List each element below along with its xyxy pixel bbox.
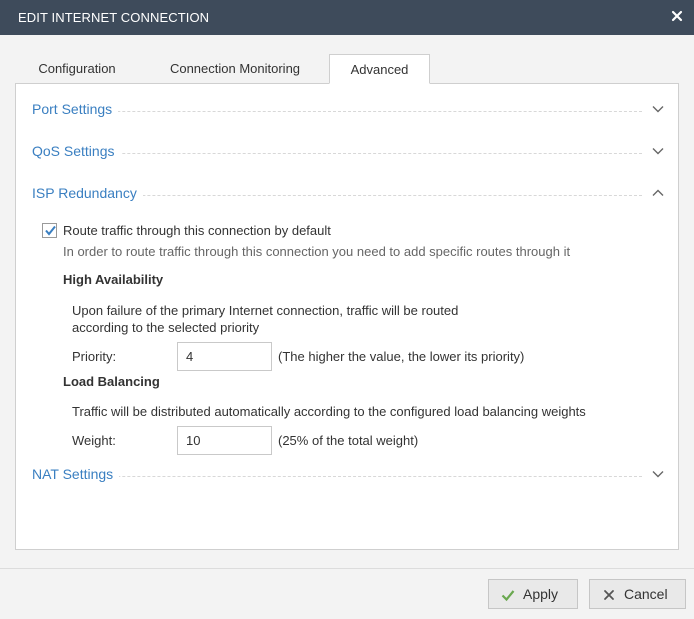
load-balancing-heading: Load Balancing [63, 374, 160, 389]
section-isp-redundancy[interactable]: ISP Redundancy [32, 185, 664, 205]
high-availability-description-line1: Upon failure of the primary Internet con… [72, 303, 459, 318]
close-icon [602, 588, 616, 602]
cancel-label: Cancel [624, 586, 668, 602]
priority-input[interactable] [177, 342, 272, 371]
high-availability-heading: High Availability [63, 272, 164, 287]
load-balancing-description: Traffic will be distributed automaticall… [72, 404, 586, 419]
chevron-down-icon[interactable] [652, 468, 664, 480]
chevron-up-icon[interactable] [652, 187, 664, 199]
dialog-title: EDIT INTERNET CONNECTION [18, 10, 210, 25]
cancel-button[interactable]: Cancel [589, 579, 686, 609]
weight-label: Weight: [72, 433, 116, 448]
dialog-body: Configuration Connection Monitoring Adva… [0, 35, 694, 568]
tab-label: Advanced [350, 62, 409, 77]
dialog-footer: Apply Cancel [0, 568, 694, 619]
dialog-titlebar: EDIT INTERNET CONNECTION [0, 0, 694, 35]
section-divider [32, 111, 642, 112]
section-label: Port Settings [32, 101, 119, 117]
route-hint: In order to route traffic through this c… [63, 244, 571, 259]
chevron-down-icon[interactable] [652, 145, 664, 157]
section-nat-settings[interactable]: NAT Settings [32, 466, 664, 486]
high-availability-description-line2: according to the selected priority [72, 320, 260, 335]
section-divider [32, 476, 642, 477]
tab-label: Connection Monitoring [169, 61, 301, 76]
apply-label: Apply [523, 586, 559, 602]
route-default-checkbox[interactable] [42, 223, 57, 238]
section-label: NAT Settings [32, 466, 120, 482]
tab-advanced[interactable]: Advanced [329, 54, 430, 84]
apply-button[interactable]: Apply [488, 579, 578, 609]
chevron-down-icon[interactable] [652, 103, 664, 115]
tab-label: Configuration [38, 61, 116, 76]
section-label: QoS Settings [32, 143, 121, 159]
tab-configuration[interactable]: Configuration [15, 54, 139, 84]
weight-note: (25% of the total weight) [278, 433, 419, 448]
weight-input[interactable] [177, 426, 272, 455]
section-divider [32, 153, 642, 154]
priority-label: Priority: [72, 349, 117, 364]
tab-connection-monitoring[interactable]: Connection Monitoring [147, 54, 323, 84]
checkmark-icon [501, 588, 515, 602]
section-port-settings[interactable]: Port Settings [32, 101, 664, 121]
section-label: ISP Redundancy [32, 185, 143, 201]
advanced-panel: Port Settings QoS Settings ISP Redundanc… [15, 83, 679, 550]
section-qos-settings[interactable]: QoS Settings [32, 143, 664, 163]
close-icon[interactable] [668, 7, 686, 25]
priority-note: (The higher the value, the lower its pri… [278, 349, 525, 364]
route-default-label: Route traffic through this connection by… [63, 223, 331, 238]
